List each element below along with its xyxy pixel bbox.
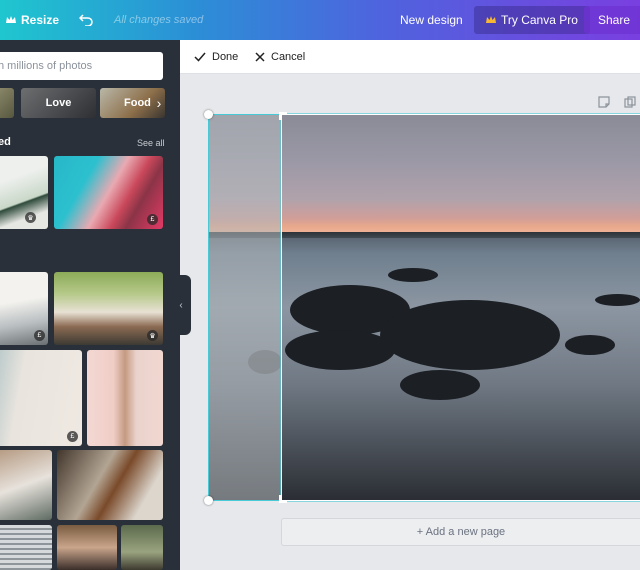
section-title: ed [0, 136, 11, 148]
resize-handle-bottom-left[interactable] [204, 496, 213, 505]
resize-label: Resize [21, 13, 60, 27]
photo-search-input[interactable]: h millions of photos [0, 52, 163, 80]
close-icon [255, 52, 265, 62]
pro-badge-icon: £ [147, 214, 158, 225]
crop-frame[interactable] [281, 114, 640, 501]
category-chip-partial[interactable] [0, 88, 14, 118]
crop-handle-bottom-left[interactable] [279, 495, 287, 503]
crown-badge-icon: ♛ [147, 330, 158, 341]
save-status: All changes saved [114, 14, 204, 26]
chevron-left-icon: ‹ [179, 299, 183, 311]
cancel-label: Cancel [271, 51, 306, 63]
check-icon [194, 52, 206, 62]
collapse-panel-button[interactable]: ‹ [171, 275, 191, 335]
chevron-right-icon[interactable]: › [152, 88, 166, 118]
top-bar: Resize All changes saved New design Try … [0, 0, 640, 40]
crown-icon [6, 16, 16, 23]
photo-thumbnail[interactable]: £ [0, 272, 48, 345]
duplicate-icon[interactable] [624, 96, 636, 108]
crown-badge-icon: ♛ [25, 212, 36, 223]
done-button[interactable]: Done [194, 40, 238, 74]
crown-icon [486, 16, 496, 23]
undo-button[interactable] [76, 0, 96, 40]
photo-thumbnail[interactable]: £ [54, 156, 163, 229]
new-design-button[interactable]: New design [400, 0, 463, 40]
category-chip-love[interactable]: Love [21, 88, 96, 118]
photo-thumbnail[interactable]: ♛ [54, 272, 163, 345]
cancel-button[interactable]: Cancel [255, 40, 305, 74]
crop-handle-top-left[interactable] [279, 112, 287, 120]
photo-thumbnail[interactable] [87, 350, 163, 446]
photo-thumbnail[interactable]: £ [57, 450, 163, 520]
see-all-link[interactable]: See all [137, 138, 165, 148]
resize-handle-top-left[interactable] [204, 110, 213, 119]
photo-thumbnail[interactable]: ♛ [0, 156, 48, 229]
resize-button[interactable]: Resize [6, 0, 59, 40]
photos-panel: h millions of photos Love Food › ed See … [0, 40, 180, 570]
crop-toolbar: Done Cancel [180, 40, 640, 74]
photo-thumbnail[interactable] [0, 525, 52, 570]
share-button[interactable]: Share [584, 6, 640, 34]
pro-badge-icon: £ [34, 330, 45, 341]
try-pro-label: Try Canva Pro [501, 13, 578, 27]
photo-thumbnail[interactable] [121, 525, 163, 570]
try-canva-pro-button[interactable]: Try Canva Pro [474, 6, 590, 34]
photo-thumbnail[interactable] [57, 525, 117, 570]
add-new-page-button[interactable]: + Add a new page [281, 518, 640, 546]
note-icon[interactable] [598, 96, 610, 108]
done-label: Done [212, 51, 239, 63]
undo-icon [79, 14, 93, 26]
photo-thumbnail[interactable]: £ [0, 450, 52, 520]
pro-badge-icon: £ [67, 431, 78, 442]
photo-thumbnail[interactable]: £ [0, 350, 82, 446]
